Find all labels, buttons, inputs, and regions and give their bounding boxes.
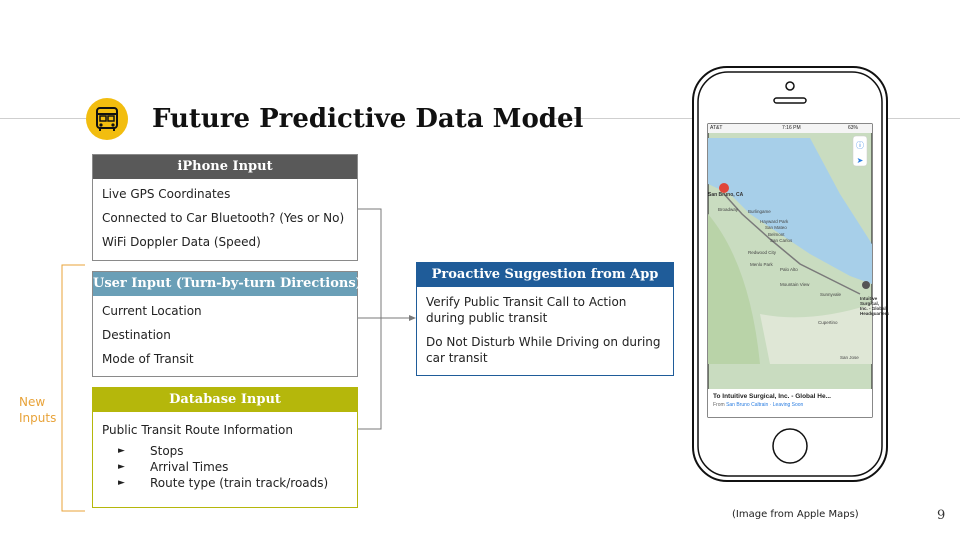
map-place-label: Hayward Park <box>760 219 789 224</box>
proactive-item-line: Do Not Disturb While Driving on during <box>426 335 661 349</box>
iphone-input-item: Connected to Car Bluetooth? (Yes or No) <box>102 211 345 225</box>
destination-pin-icon <box>862 281 870 289</box>
iphone-input-item: WiFi Doppler Data (Speed) <box>102 235 261 249</box>
proactive-item: Do Not Disturb While Driving on during c… <box>426 334 664 366</box>
bullet-triangle-icon: ► <box>118 478 125 488</box>
database-bullet-text: Arrival Times <box>150 460 229 474</box>
database-bullet: ► Arrival Times <box>102 459 348 475</box>
map-place-label: Mountain View <box>780 282 810 287</box>
banner-from: From <box>713 402 725 408</box>
status-time: 7:16 PM <box>782 125 801 131</box>
status-carrier: AT&T <box>710 125 723 131</box>
database-input-intro: Public Transit Route Information <box>102 423 294 437</box>
map-place-label: San Mateo <box>765 225 787 230</box>
iphone-input-item: Live GPS Coordinates <box>102 187 231 201</box>
map-place-label: San Jose <box>840 355 859 360</box>
bullet-triangle-icon: ► <box>118 446 125 456</box>
user-input-box: User Input (Turn-by-turn Directions) Cur… <box>92 271 362 377</box>
bullet-triangle-icon: ► <box>118 462 125 472</box>
banner-title: To Intuitive Surgical, Inc. - Global He.… <box>713 393 831 400</box>
banner-link[interactable]: San Bruno Caltrain · Leaving Soon <box>726 402 803 408</box>
new-inputs-note: New Inputs <box>19 394 56 426</box>
proactive-suggestion-header: Proactive Suggestion from App <box>417 263 673 287</box>
user-input-item: Current Location <box>102 304 202 318</box>
destination-label: Intuitive Surgical, Inc. - Global Headqu… <box>860 296 889 316</box>
iphone-input-box: iPhone Input Live GPS Coordinates Connec… <box>92 154 358 261</box>
database-input-box: Database Input Public Transit Route Info… <box>92 387 358 508</box>
map-place-label: Belmont <box>768 232 785 237</box>
map-place-label: Menlo Park <box>750 262 773 267</box>
database-input-header: Database Input <box>93 388 357 412</box>
map-place-label: Palo Alto <box>780 267 798 272</box>
proactive-item: Verify Public Transit Call to Action dur… <box>426 294 664 326</box>
proactive-suggestion-box: Proactive Suggestion from App Verify Pub… <box>416 262 674 376</box>
database-bullet-text: Stops <box>150 444 184 458</box>
user-input-header: User Input (Turn-by-turn Directions) <box>93 272 362 296</box>
proactive-item-line: during public transit <box>426 311 548 325</box>
database-bullet: ► Route type (train track/roads) <box>102 475 348 491</box>
origin-label: San Bruno, CA <box>708 192 744 198</box>
svg-text:ⓘ: ⓘ <box>856 141 864 150</box>
map-route-banner[interactable]: To Intuitive Surgical, Inc. - Global He.… <box>708 389 872 417</box>
user-input-item: Destination <box>102 328 171 342</box>
map-place-label: San Carlos <box>770 238 793 243</box>
image-caption: (Image from Apple Maps) <box>732 509 859 520</box>
banner-subline: From San Bruno Caltrain · Leaving Soon <box>713 402 872 408</box>
map-place-label: Sunnyvale <box>820 292 842 297</box>
svg-text:➤: ➤ <box>857 156 864 165</box>
status-battery: 63% <box>848 125 859 131</box>
map-place-label: Broadway <box>718 207 739 212</box>
new-inputs-line: Inputs <box>19 411 57 425</box>
proactive-item-line: Verify Public Transit Call to Action <box>426 295 627 309</box>
map-place-label: Redwood City <box>748 250 777 255</box>
proactive-item-line: car transit <box>426 351 488 365</box>
iphone-input-header: iPhone Input <box>93 155 357 179</box>
new-inputs-line: New <box>19 395 46 409</box>
page-number: 9 <box>937 508 946 523</box>
destination-label-line: Headquarters <box>860 311 890 316</box>
database-bullet: ► Stops <box>102 443 348 459</box>
database-bullet-text: Route type (train track/roads) <box>150 476 329 490</box>
map-place-label: Burlingame <box>748 209 771 214</box>
user-input-item: Mode of Transit <box>102 352 194 366</box>
map-place-label: Cupertino <box>818 320 838 325</box>
